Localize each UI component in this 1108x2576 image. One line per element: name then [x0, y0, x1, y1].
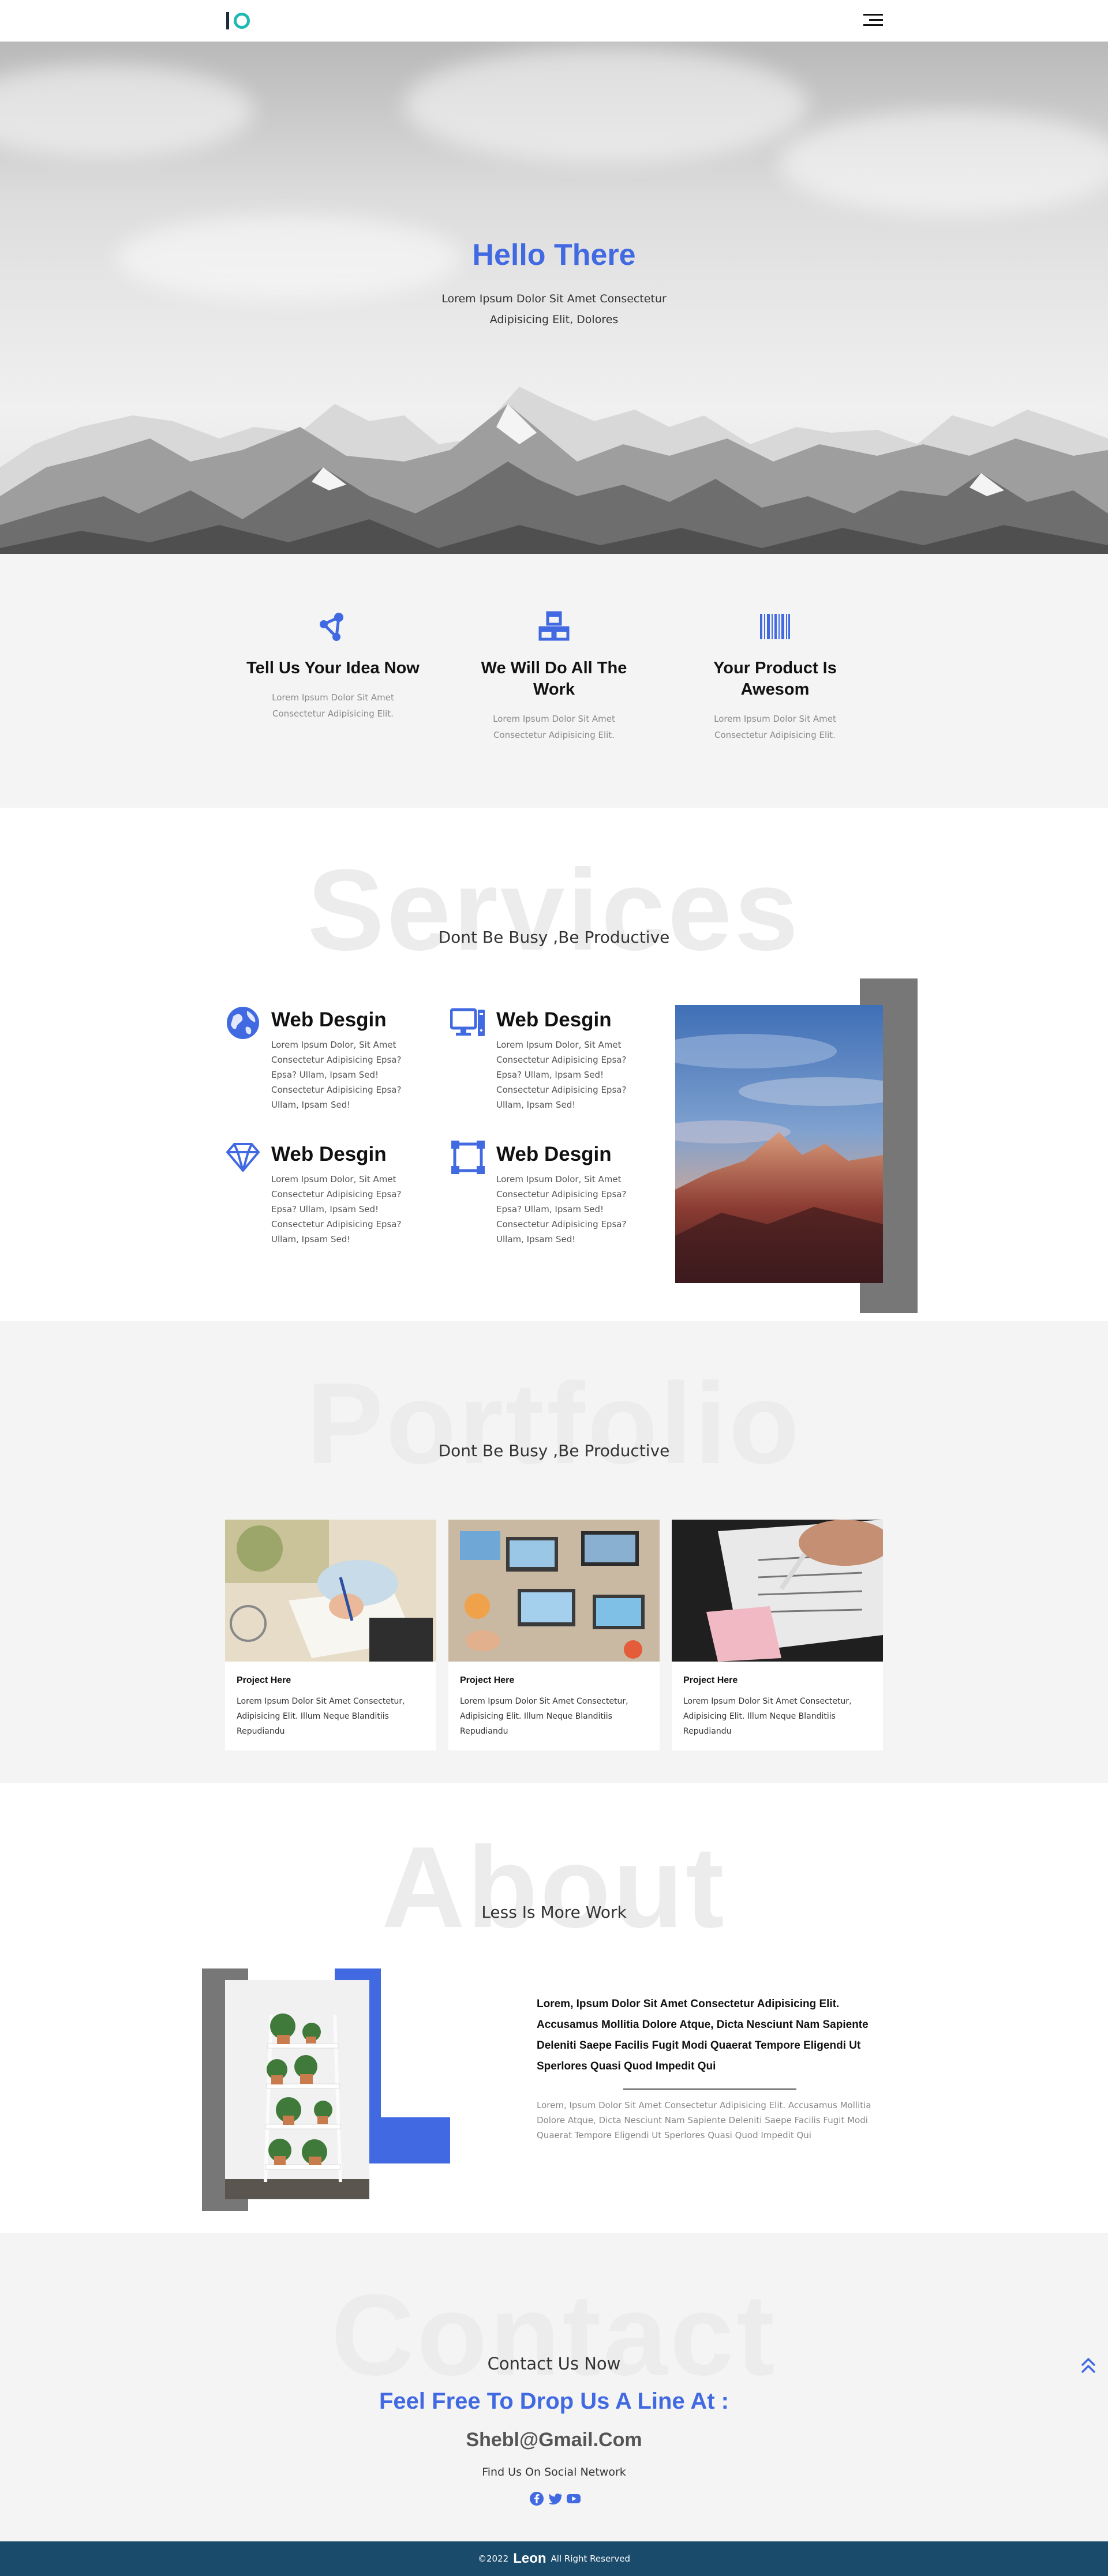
barcode-icon — [760, 614, 790, 639]
contact-email[interactable]: Shebl@Gmail.Com — [0, 2429, 1108, 2451]
service-text: Lorem Ipsum Dolor, Sit Amet Consectetur … — [271, 1040, 402, 1110]
about-subtitle: Less Is More Work — [481, 1903, 627, 1922]
service-text: Lorem Ipsum Dolor, Sit Amet Consectetur … — [496, 1040, 627, 1110]
contact-subtitle: Contact Us Now — [487, 2354, 621, 2373]
step-text: Lorem Ipsum Dolor Sit Amet Consectetur A… — [714, 714, 836, 740]
globe-icon — [227, 1007, 259, 1039]
writing-notebook-image — [225, 1520, 436, 1662]
portfolio-card[interactable]: Project Here Lorem Ipsum Dolor Sit Amet … — [448, 1520, 660, 1750]
about-bg-word: About — [381, 1823, 727, 1952]
mountain-sunset-image — [675, 1005, 883, 1283]
twitter-icon[interactable] — [548, 2491, 563, 2506]
mountain-landscape-image — [0, 387, 1108, 554]
steps-section: Tell Us Your Idea Now Lorem Ipsum Dolor … — [0, 554, 1108, 808]
contact-bg-word: Contact — [331, 2271, 777, 2399]
portfolio-bg-word: Portfolio — [306, 1359, 802, 1488]
divider — [623, 2088, 796, 2090]
portfolio-card[interactable]: Project Here Lorem Ipsum Dolor Sit Amet … — [672, 1520, 883, 1750]
card-title: Project Here — [460, 1675, 515, 1685]
card-text: Lorem Ipsum Dolor Sit Amet Consectetur, … — [460, 1697, 628, 1736]
contact-section: Contact Contact Us Now Feel Free To Drop… — [0, 2233, 1108, 2541]
card-title: Project Here — [683, 1675, 738, 1685]
social-label: Find Us On Social Network — [482, 2466, 626, 2478]
step-text: Lorem Ipsum Dolor Sit Amet Consectetur A… — [493, 714, 615, 740]
service-text: Lorem Ipsum Dolor, Sit Amet Consectetur … — [271, 1174, 402, 1244]
youtube-icon[interactable] — [566, 2491, 581, 2506]
portfolio-section: Portfolio Dont Be Busy ,Be Productive Pr… — [0, 1321, 1108, 1783]
step-title: Tell Us Your Idea Now — [246, 659, 420, 677]
social-links — [526, 2491, 584, 2508]
desktop-computer-icon — [450, 1008, 485, 1036]
hero-title: Hello There — [472, 238, 636, 272]
step-title: Your Product Is Awesom — [713, 659, 837, 699]
service-title: Web Desgin — [496, 1008, 612, 1031]
about-lead-text: Lorem, Ipsum Dolor Sit Amet Consectetur … — [537, 1998, 869, 2072]
footer-brand: Leon — [513, 2551, 546, 2566]
facebook-icon[interactable] — [529, 2491, 544, 2506]
site-footer: ©2022 Leon All Right Reserved — [0, 2541, 1108, 2576]
site-header — [0, 0, 1108, 42]
services-section: Services Dont Be Busy ,Be Productive Web… — [0, 808, 1108, 1321]
card-text: Lorem Ipsum Dolor Sit Amet Consectetur, … — [683, 1697, 852, 1736]
hero-text: Lorem Ipsum Dolor Sit Amet Consectetur A… — [441, 293, 667, 326]
hero-section: Hello There Lorem Ipsum Dolor Sit Amet C… — [0, 42, 1108, 554]
team-desk-laptops-image — [448, 1520, 660, 1662]
copyright-text: All Right Reserved — [551, 2553, 630, 2564]
card-title: Project Here — [237, 1675, 291, 1685]
form-pen-hand-image — [672, 1520, 883, 1662]
service-title: Web Desgin — [496, 1143, 612, 1165]
diamond-gem-icon — [226, 1143, 260, 1172]
hamburger-menu-icon[interactable] — [863, 13, 883, 28]
services-subtitle: Dont Be Busy ,Be Productive — [438, 928, 670, 947]
copyright-year: ©2022 — [478, 2553, 509, 2564]
about-section: About Less Is More Work Lorem, Ipsum Dol… — [0, 1783, 1108, 2233]
step-card: Your Product Is Awesom Lorem Ipsum Dolor… — [688, 610, 862, 743]
portfolio-card[interactable]: Project Here Lorem Ipsum Dolor Sit Amet … — [225, 1520, 436, 1750]
step-text: Lorem Ipsum Dolor Sit Amet Consectetur A… — [272, 692, 394, 719]
service-title: Web Desgin — [271, 1143, 387, 1165]
cubes-icon — [538, 611, 570, 641]
about-text: Lorem, Ipsum Dolor Sit Amet Consectetur … — [537, 2100, 871, 2140]
step-card: Tell Us Your Idea Now Lorem Ipsum Dolor … — [246, 610, 420, 722]
share-nodes-icon — [320, 613, 343, 641]
step-card: We Will Do All The Work Lorem Ipsum Dolo… — [467, 610, 641, 743]
vector-square-icon — [451, 1141, 485, 1174]
card-text: Lorem Ipsum Dolor Sit Amet Consectetur, … — [237, 1697, 405, 1736]
service-title: Web Desgin — [271, 1008, 387, 1031]
double-chevron-up-icon[interactable] — [1078, 2355, 1099, 2376]
service-text: Lorem Ipsum Dolor, Sit Amet Consectetur … — [496, 1174, 627, 1244]
site-logo[interactable] — [226, 9, 250, 32]
step-title: We Will Do All The Work — [481, 659, 627, 699]
contact-headline: Feel Free To Drop Us A Line At : — [379, 2388, 729, 2414]
services-bg-word: Services — [307, 846, 801, 974]
plant-shelf-image — [225, 1980, 369, 2199]
portfolio-subtitle: Dont Be Busy ,Be Productive — [438, 1441, 670, 1460]
